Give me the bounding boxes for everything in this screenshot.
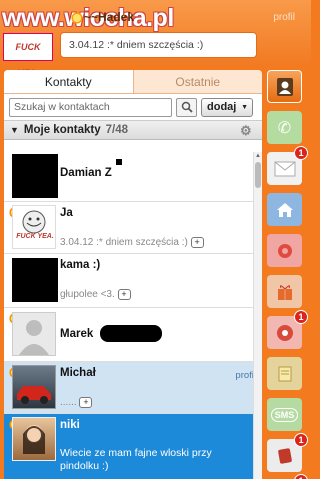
notification-badge: 1 [294, 474, 308, 479]
contact-row[interactable]: Marek [4, 308, 262, 362]
contacts-panel: Kontakty Ostatnie Szukaj w kontaktach do… [4, 70, 262, 479]
avatar: FUCK YEA. [12, 205, 56, 249]
home-icon [276, 202, 293, 217]
status-text[interactable]: 3.04.12 :* dniem szczęścia :) [60, 32, 257, 58]
contact-desc-text: 3.04.12 :* dniem szczęścia :) [60, 237, 188, 249]
contact-name: Michał [60, 367, 96, 379]
add-contact-button[interactable]: dodaj ▼ [201, 97, 253, 117]
gift-icon [277, 284, 292, 300]
home-button[interactable] [267, 193, 302, 226]
censored-avatar [12, 154, 58, 198]
contact-name: niki [60, 419, 80, 431]
censor-mark [100, 325, 162, 342]
mail-icon [274, 161, 295, 176]
tab-bar: Kontakty Ostatnie [4, 70, 262, 94]
avatar [12, 365, 56, 409]
games-icon [276, 324, 293, 341]
header-bar: www.wiocha.pl ~~Hadek profil FUCK YEA. 3… [0, 0, 311, 78]
notes-button[interactable] [267, 357, 302, 390]
sms-button[interactable]: SMS [267, 398, 302, 431]
contact-desc: głupolee <3. + [60, 289, 131, 300]
search-button[interactable] [176, 97, 197, 117]
expand-button[interactable]: + [79, 397, 93, 408]
expand-button[interactable]: + [190, 237, 204, 248]
contact-row[interactable]: Michał profil ...... + [4, 362, 262, 414]
notification-badge: 1 [294, 310, 308, 324]
default-avatar [12, 312, 56, 356]
contact-desc-text: głupolee <3. [60, 289, 115, 301]
contact-row[interactable]: niki Wiecie ze mam fajne wloski przy pin… [4, 414, 262, 479]
notification-badge: 1 [294, 146, 308, 160]
scrollbar[interactable]: ▲ [253, 152, 262, 479]
search-icon [181, 101, 193, 113]
contacts-button[interactable] [267, 70, 302, 103]
notes-icon [278, 366, 291, 381]
group-title: Moje kontakty [23, 124, 101, 136]
contact-name: Damian Z [60, 167, 112, 179]
phone-button[interactable]: ✆ [267, 111, 302, 144]
tab-contacts[interactable]: Kontakty [4, 70, 134, 93]
avatar-caption: FUCK YEA. [16, 233, 54, 240]
contact-desc: 3.04.12 :* dniem szczęścia :) + [60, 237, 204, 248]
group-count: 7/48 [105, 124, 128, 136]
phone-icon: ✆ [277, 119, 292, 137]
contact-name: Marek [60, 328, 94, 340]
contact-desc-text: ...... [60, 397, 77, 409]
scroll-up-icon[interactable]: ▲ [255, 153, 261, 159]
gift-button[interactable] [267, 275, 302, 308]
group-header[interactable]: ▼ Moje kontakty 7/48 ⚙ [4, 120, 262, 140]
status-sun-icon[interactable] [70, 11, 84, 25]
profile-link[interactable]: profil [273, 12, 295, 23]
contact-desc: Wiecie ze mam fajne wloski przy pindolku… [60, 447, 212, 472]
record-button[interactable] [267, 234, 302, 267]
contact-name: Ja [60, 207, 73, 219]
censor-mark [116, 159, 122, 165]
apps-icon [277, 447, 292, 464]
search-input[interactable]: Szukaj w kontaktach [9, 97, 172, 117]
scroll-thumb[interactable] [255, 162, 261, 188]
contact-row[interactable]: FUCK YEA. Ja 3.04.12 :* dniem szczęścia … [4, 202, 262, 254]
notification-badge: 1 [294, 433, 308, 447]
censored-avatar [12, 258, 58, 302]
games-button[interactable]: 1 [267, 310, 308, 349]
dropdown-arrow-icon: ▼ [241, 103, 248, 111]
user-name[interactable]: ~~Hadek [84, 10, 134, 24]
add-contact-label: dodaj [207, 101, 237, 113]
contact-row[interactable]: Damian Z [4, 152, 262, 202]
gear-icon[interactable]: ⚙ [240, 124, 254, 138]
contact-list: Damian Z FUCK YEA. Ja 3.04.12 :* dniem s… [4, 152, 262, 479]
app-sidebar: ✆ 1 1 SMS 1 ▾ 1 [265, 70, 308, 479]
user-avatar[interactable]: FUCK YEA. [3, 33, 53, 78]
tab-recent[interactable]: Ostatnie [134, 70, 263, 93]
contacts-icon [276, 77, 293, 96]
search-bar: Szukaj w kontaktach dodaj ▼ [4, 94, 262, 120]
sms-icon: SMS [270, 407, 299, 422]
expand-button[interactable]: + [117, 289, 131, 300]
contact-desc: ...... + [60, 397, 93, 409]
apps-button[interactable]: 1 [267, 433, 308, 472]
record-icon [277, 243, 292, 258]
mail-button[interactable]: 1 [267, 146, 308, 185]
avatar [12, 417, 56, 461]
contact-name: kama :) [60, 259, 101, 271]
collapse-arrow-icon[interactable]: ▼ [10, 125, 19, 135]
contact-row[interactable]: kama :) głupolee <3. + [4, 254, 262, 308]
